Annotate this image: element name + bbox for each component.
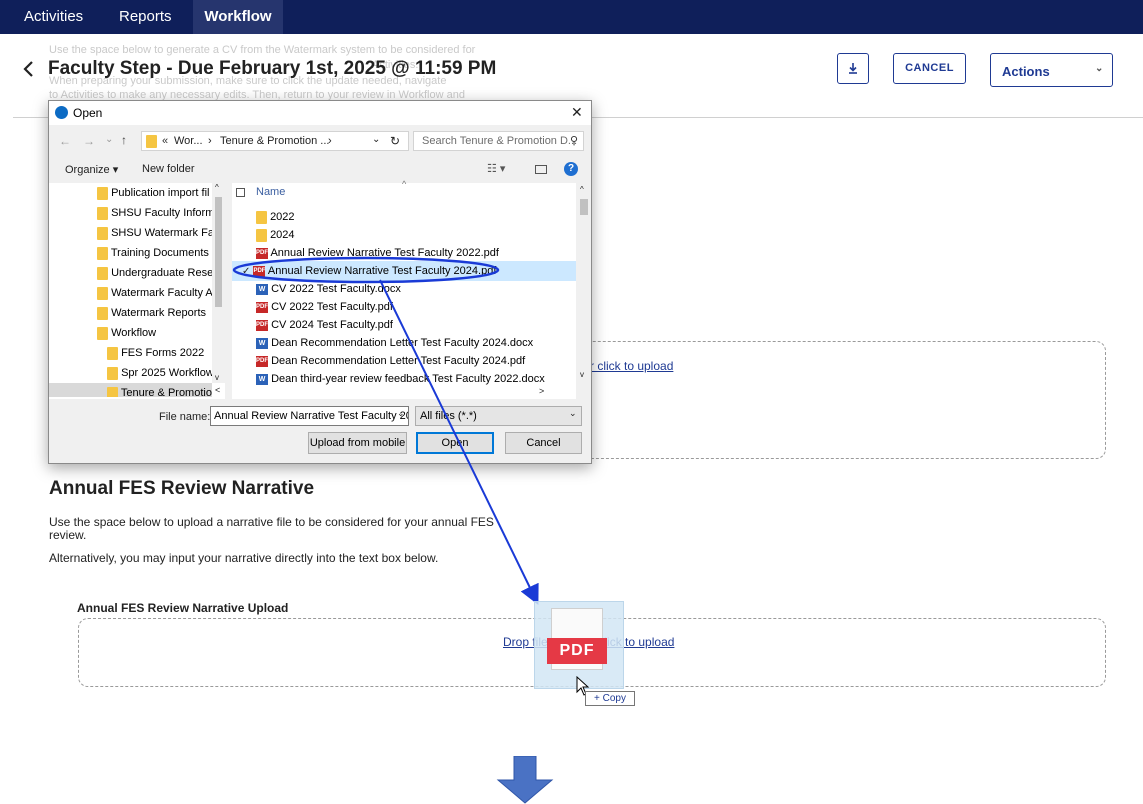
copy-tooltip: + Copy xyxy=(585,691,635,706)
pdf-badge: PDF xyxy=(547,638,607,664)
selection-highlight-ellipse xyxy=(232,256,500,284)
drag-arrow xyxy=(379,279,539,605)
